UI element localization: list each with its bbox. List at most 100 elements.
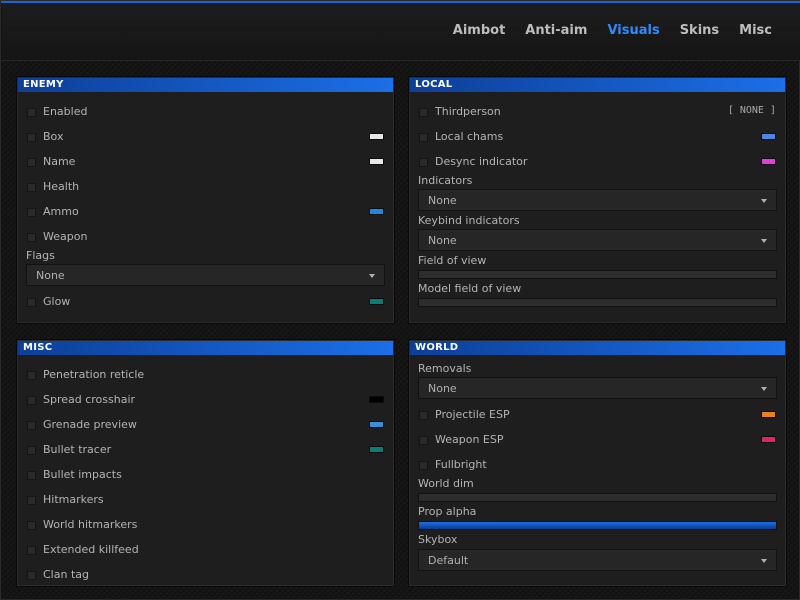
ammo-checkbox[interactable] [27, 208, 36, 217]
weapon-checkbox[interactable] [27, 233, 36, 242]
panel-title: ENEMY [18, 78, 393, 92]
glow-checkbox[interactable] [27, 298, 36, 307]
extended-killfeed-checkbox[interactable] [27, 546, 36, 555]
weapon-esp-checkbox[interactable] [419, 436, 428, 445]
tab-bar: Aimbot Anti-aim Visuals Skins Misc [433, 23, 772, 38]
weapon-esp-option[interactable]: Weapon ESP [409, 432, 786, 448]
bullet-tracer-option[interactable]: Bullet tracer [17, 442, 394, 458]
model-fov-label: Model field of view [418, 282, 522, 295]
health-label: Health [43, 180, 80, 193]
clan-tag-option[interactable]: Clan tag [17, 567, 394, 580]
grenade-preview-label: Grenade preview [43, 418, 137, 431]
box-label: Box [43, 130, 64, 143]
spread-crosshair-option[interactable]: Spread crosshair [17, 392, 394, 408]
projectile-esp-label: Projectile ESP [435, 408, 510, 421]
ammo-color-swatch[interactable] [369, 208, 384, 215]
weapon-esp-label: Weapon ESP [435, 433, 504, 446]
prop-alpha-label: Prop alpha [418, 505, 477, 518]
name-label: Name [43, 155, 76, 168]
keybind-indicators-dropdown[interactable]: None [418, 229, 777, 251]
penetration-reticle-checkbox[interactable] [27, 371, 36, 380]
extended-killfeed-option[interactable]: Extended killfeed [17, 542, 394, 558]
bullet-impacts-label: Bullet impacts [43, 468, 122, 481]
fullbright-checkbox[interactable] [419, 461, 428, 470]
panel-title: LOCAL [410, 78, 785, 92]
skybox-label: Skybox [418, 533, 458, 546]
box-color-swatch[interactable] [369, 133, 384, 140]
tab-misc[interactable]: Misc [739, 23, 772, 38]
flags-label: Flags [26, 249, 55, 262]
weapon-label: Weapon [43, 230, 88, 243]
thirdperson-option[interactable]: Thirdperson [ NONE ] [409, 104, 786, 120]
thirdperson-label: Thirdperson [435, 105, 501, 118]
projectile-esp-option[interactable]: Projectile ESP [409, 407, 786, 423]
weapon-option[interactable]: Weapon [17, 229, 394, 245]
thirdperson-keybind[interactable]: [ NONE ] [728, 105, 776, 116]
hitmarkers-checkbox[interactable] [27, 496, 36, 505]
projectile-esp-checkbox[interactable] [419, 411, 428, 420]
world-dim-slider[interactable] [418, 493, 777, 502]
name-color-swatch[interactable] [369, 158, 384, 165]
hitmarkers-label: Hitmarkers [43, 493, 104, 506]
glow-color-swatch[interactable] [369, 298, 384, 305]
tab-anti-aim[interactable]: Anti-aim [525, 23, 587, 38]
thirdperson-checkbox[interactable] [419, 108, 428, 117]
health-option[interactable]: Health [17, 179, 394, 195]
tab-skins[interactable]: Skins [680, 23, 719, 38]
desync-color-swatch[interactable] [761, 158, 776, 165]
chevron-down-icon [761, 387, 767, 391]
flags-value: None [36, 269, 65, 282]
prop-alpha-slider[interactable] [418, 521, 777, 530]
bullet-tracer-color-swatch[interactable] [369, 446, 384, 453]
ammo-option[interactable]: Ammo [17, 204, 394, 220]
model-fov-slider[interactable] [418, 298, 777, 307]
tab-visuals[interactable]: Visuals [607, 23, 659, 38]
enabled-checkbox[interactable] [27, 108, 36, 117]
local-chams-checkbox[interactable] [419, 133, 428, 142]
skybox-dropdown[interactable]: Default [418, 549, 777, 571]
bullet-tracer-label: Bullet tracer [43, 443, 112, 456]
box-checkbox[interactable] [27, 133, 36, 142]
enabled-option[interactable]: Enabled [17, 104, 394, 120]
fullbright-option[interactable]: Fullbright [409, 457, 786, 473]
indicators-dropdown[interactable]: None [418, 189, 777, 211]
chevron-down-icon [761, 559, 767, 563]
bullet-tracer-checkbox[interactable] [27, 446, 36, 455]
glow-option[interactable]: Glow [17, 294, 394, 310]
weapon-esp-color-swatch[interactable] [761, 436, 776, 443]
grenade-preview-color-swatch[interactable] [369, 421, 384, 428]
removals-dropdown[interactable]: None [418, 377, 777, 399]
spread-crosshair-color-swatch[interactable] [369, 396, 384, 403]
local-chams-option[interactable]: Local chams [409, 129, 786, 145]
box-option[interactable]: Box [17, 129, 394, 145]
spread-crosshair-checkbox[interactable] [27, 396, 36, 405]
bullet-impacts-option[interactable]: Bullet impacts [17, 467, 394, 483]
health-checkbox[interactable] [27, 183, 36, 192]
enabled-label: Enabled [43, 105, 88, 118]
desync-indicator-option[interactable]: Desync indicator [409, 154, 786, 170]
world-hitmarkers-checkbox[interactable] [27, 521, 36, 530]
clan-tag-checkbox[interactable] [27, 571, 36, 580]
removals-label: Removals [418, 362, 472, 375]
world-hitmarkers-option[interactable]: World hitmarkers [17, 517, 394, 533]
grenade-preview-checkbox[interactable] [27, 421, 36, 430]
fov-slider[interactable] [418, 270, 777, 279]
enemy-panel: ENEMY Enabled Box Name Health Ammo Weapo… [16, 76, 395, 324]
desync-indicator-checkbox[interactable] [419, 158, 428, 167]
name-option[interactable]: Name [17, 154, 394, 170]
panel-title: WORLD [410, 341, 785, 355]
projectile-esp-color-swatch[interactable] [761, 411, 776, 418]
name-checkbox[interactable] [27, 158, 36, 167]
tab-aimbot[interactable]: Aimbot [453, 23, 506, 38]
penetration-reticle-option[interactable]: Penetration reticle [17, 367, 394, 383]
hitmarkers-option[interactable]: Hitmarkers [17, 492, 394, 508]
flags-dropdown[interactable]: None [26, 264, 385, 286]
indicators-value: None [428, 194, 457, 207]
grenade-preview-option[interactable]: Grenade preview [17, 417, 394, 433]
local-panel: LOCAL Thirdperson [ NONE ] Local chams D… [408, 76, 787, 324]
desync-indicator-label: Desync indicator [435, 155, 528, 168]
local-chams-color-swatch[interactable] [761, 133, 776, 140]
misc-scroll-area[interactable]: Penetration reticle Spread crosshair Gre… [17, 356, 394, 580]
chevron-down-icon [761, 199, 767, 203]
bullet-impacts-checkbox[interactable] [27, 471, 36, 480]
